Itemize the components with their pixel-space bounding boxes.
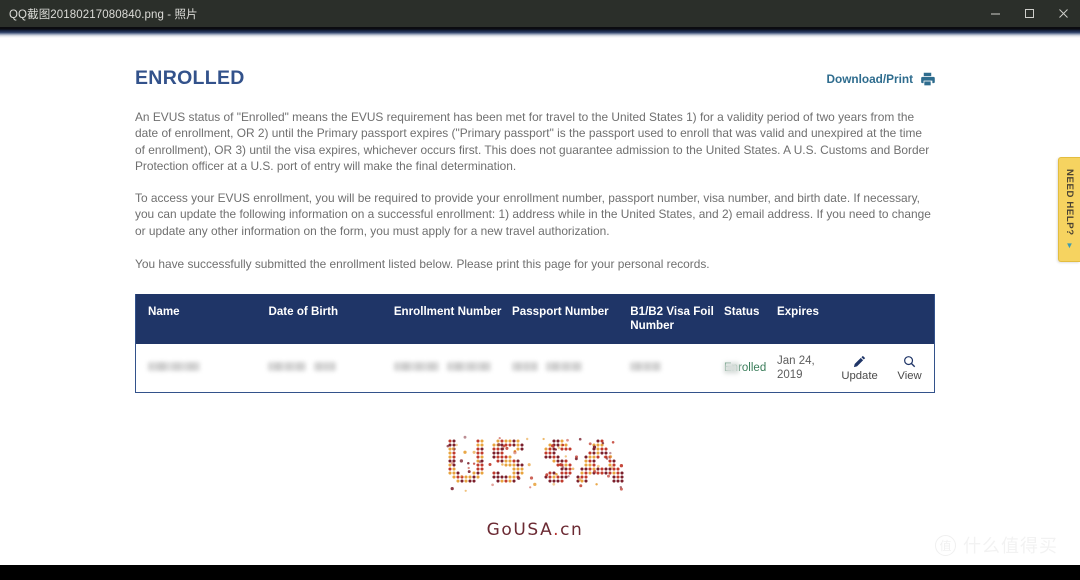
minimize-button[interactable] bbox=[978, 0, 1012, 27]
close-icon bbox=[1058, 9, 1068, 18]
cell-update-action[interactable]: Update bbox=[834, 344, 885, 392]
paragraph-status-explanation: An EVUS status of "Enrolled" means the E… bbox=[135, 110, 930, 173]
gousa-logo: GoUSA.cn bbox=[135, 433, 935, 540]
cell-name bbox=[136, 344, 268, 392]
cell-visa-foil-number bbox=[630, 344, 724, 392]
page-header: ENROLLED Download/Print bbox=[135, 55, 935, 90]
close-button[interactable] bbox=[1046, 0, 1080, 27]
cell-enrollment-number bbox=[393, 344, 512, 392]
enrollment-table: Name Date of Birth Enrollment Number Pas… bbox=[136, 294, 934, 392]
table-header-row: Name Date of Birth Enrollment Number Pas… bbox=[136, 294, 934, 345]
cell-date-of-birth bbox=[268, 344, 393, 392]
watermark-mark: 值 bbox=[935, 534, 956, 556]
column-header-update bbox=[834, 294, 886, 345]
column-header-date-of-birth: Date of Birth bbox=[268, 294, 394, 345]
table-row: Enrolled Jan 24, 2019 Update View bbox=[136, 344, 934, 392]
update-label: Update bbox=[841, 369, 878, 382]
redacted-passport-part2 bbox=[546, 362, 583, 372]
cell-expires: Jan 24, 2019 bbox=[777, 355, 815, 382]
column-header-passport-number: Passport Number bbox=[512, 294, 631, 345]
redacted-dob-part1 bbox=[268, 362, 307, 372]
watermark-text: 什么值得买 bbox=[963, 536, 1058, 557]
page-top-band bbox=[0, 27, 1080, 38]
column-header-visa-foil-number: B1/B2 Visa Foil Number bbox=[630, 294, 725, 345]
paragraph-access-enrollment: To access your EVUS enrollment, you will… bbox=[135, 191, 931, 238]
maximize-icon bbox=[1024, 9, 1034, 18]
watermark: 值 什么值得买 bbox=[935, 532, 1058, 558]
usa-dots-logo-icon bbox=[446, 436, 624, 493]
window-title: QQ截图20180217080840.png - 照片 bbox=[9, 8, 198, 21]
page-content: ENROLLED Download/Print An EVUS status o… bbox=[135, 55, 935, 580]
need-help-label: NEED HELP? bbox=[1064, 169, 1075, 236]
column-header-name: Name bbox=[136, 294, 269, 345]
window-titlebar: QQ截图20180217080840.png - 照片 bbox=[0, 0, 1080, 27]
maximize-button[interactable] bbox=[1012, 0, 1046, 27]
need-help-tab[interactable]: NEED HELP? ▼ bbox=[1058, 157, 1080, 262]
view-button[interactable]: View bbox=[885, 355, 934, 382]
magnifier-icon bbox=[904, 355, 916, 368]
enrollment-table-body: Enrolled Jan 24, 2019 Update View bbox=[136, 344, 934, 392]
column-header-status: Status bbox=[724, 294, 777, 345]
cell-status: Enrolled bbox=[724, 344, 777, 392]
redacted-name bbox=[148, 362, 200, 372]
column-header-view bbox=[885, 294, 934, 345]
printer-icon bbox=[921, 72, 935, 86]
evus-enrollment-page: ENROLLED Download/Print An EVUS status o… bbox=[0, 27, 1080, 580]
download-print-label: Download/Print bbox=[826, 72, 913, 86]
column-header-enrollment-number: Enrollment Number bbox=[393, 294, 513, 345]
chevron-down-icon: ▼ bbox=[1065, 240, 1074, 250]
column-header-expires: Expires bbox=[777, 294, 835, 345]
view-label: View bbox=[897, 369, 922, 382]
page-title: ENROLLED bbox=[135, 67, 245, 89]
logo-caption: GoUSA.cn bbox=[487, 520, 584, 540]
cell-passport-number bbox=[512, 344, 630, 392]
logo-caption-suffix: cn bbox=[560, 520, 584, 541]
redacted-passport-part1 bbox=[512, 362, 539, 372]
logo-caption-prefix: GoUSA bbox=[486, 520, 554, 541]
window-controls bbox=[978, 0, 1080, 27]
redacted-visa-foil bbox=[630, 362, 662, 372]
redacted-dob-part2 bbox=[314, 362, 337, 372]
pencil-icon bbox=[853, 355, 866, 367]
update-button[interactable]: Update bbox=[834, 355, 885, 382]
paragraph-submission-confirmation: You have successfully submitted the enro… bbox=[135, 257, 710, 272]
redacted-enrollment-part2 bbox=[446, 362, 491, 372]
minimize-icon bbox=[990, 13, 1000, 15]
download-print-button[interactable]: Download/Print bbox=[826, 72, 935, 86]
redacted-status-prefix bbox=[724, 362, 740, 374]
redacted-enrollment-part1 bbox=[393, 362, 439, 372]
enrollment-table-wrapper: Name Date of Birth Enrollment Number Pas… bbox=[135, 294, 935, 394]
page-bottom-band bbox=[0, 565, 1080, 580]
enrollment-table-header: Name Date of Birth Enrollment Number Pas… bbox=[136, 294, 934, 345]
cell-view-action[interactable]: View bbox=[885, 344, 934, 392]
